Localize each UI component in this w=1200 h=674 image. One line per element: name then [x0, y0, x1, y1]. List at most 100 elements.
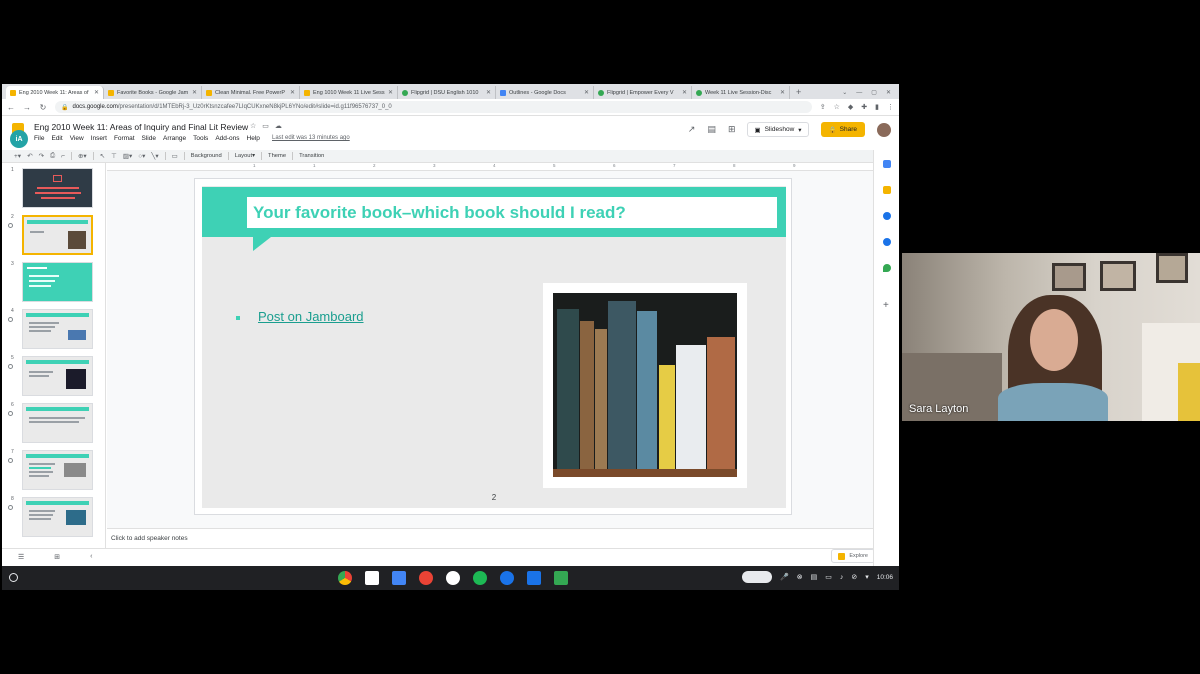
sheets-icon[interactable]: [554, 571, 568, 585]
theme-button[interactable]: Theme: [268, 153, 286, 159]
collapse-icon[interactable]: ‹: [90, 553, 92, 561]
comment-icon[interactable]: ▤: [707, 124, 716, 135]
close-icon[interactable]: ✕: [682, 89, 687, 96]
tasks-icon[interactable]: [883, 212, 891, 220]
tab-clean-minimal[interactable]: Clean Minimal. Free PowerP ✕: [202, 86, 300, 99]
screen-share-icon[interactable]: ▭: [825, 573, 832, 581]
cloud-icon[interactable]: ☁: [275, 122, 282, 130]
slide[interactable]: Your favorite book–which book should I r…: [194, 178, 792, 515]
last-edit-link[interactable]: Last edit was 13 minutes ago: [272, 135, 350, 141]
shape-icon[interactable]: ○▾: [138, 152, 145, 160]
maps-icon[interactable]: [883, 264, 891, 272]
launcher-icon[interactable]: [9, 573, 18, 582]
files-icon[interactable]: [527, 571, 541, 585]
transition-button[interactable]: Transition: [299, 153, 324, 159]
zoom-icon[interactable]: ⊕▾: [78, 152, 87, 160]
new-tab-button[interactable]: +: [790, 86, 807, 99]
menu-view[interactable]: View: [70, 135, 84, 142]
print-icon[interactable]: ⎙: [50, 152, 55, 160]
close-icon[interactable]: ✕: [192, 89, 197, 96]
chevron-down-icon[interactable]: ▾: [798, 126, 801, 134]
puzzle-icon[interactable]: ✚: [861, 103, 867, 111]
tab-flipgrid-empower[interactable]: Flipgrid | Empower Every V ✕: [594, 86, 692, 99]
mic-status-icon[interactable]: ♪: [840, 574, 844, 581]
thumbnail[interactable]: [22, 403, 93, 443]
tab-outlines[interactable]: Outlines - Google Docs ✕: [496, 86, 594, 99]
menu-edit[interactable]: Edit: [51, 135, 62, 142]
close-icon[interactable]: ✕: [94, 89, 99, 96]
sidebar-icon[interactable]: ▮: [875, 103, 879, 111]
jamboard-link[interactable]: Post on Jamboard: [258, 309, 364, 324]
keep-icon[interactable]: [883, 186, 891, 194]
close-icon[interactable]: ✕: [486, 89, 491, 96]
close-window-icon[interactable]: ✕: [886, 89, 891, 96]
image-icon[interactable]: ▨▾: [123, 152, 132, 160]
minimize-icon[interactable]: —: [856, 90, 862, 96]
maximize-icon[interactable]: ▢: [871, 89, 877, 96]
share-icon[interactable]: ⇪: [820, 103, 826, 111]
share-button[interactable]: 🔒 Share: [820, 122, 865, 137]
thumbnail[interactable]: [22, 450, 93, 490]
speaker-notes[interactable]: Click to add speaker notes: [107, 528, 873, 548]
close-icon[interactable]: ✕: [290, 89, 295, 96]
slide-thumbnail-8[interactable]: 8: [2, 496, 105, 542]
activity-icon[interactable]: ↗: [688, 124, 696, 135]
chevron-down-icon[interactable]: ⌄: [842, 89, 847, 96]
tab-eng1010[interactable]: Eng 1010 Week 11 Live Sess ✕: [300, 86, 398, 99]
mic-icon[interactable]: 🎤: [780, 573, 789, 581]
blocked-icon[interactable]: ⊘: [851, 573, 857, 581]
grid-view-icon[interactable]: ⊞: [54, 553, 60, 561]
menu-tools[interactable]: Tools: [193, 135, 208, 142]
star-icon[interactable]: ☆: [834, 103, 840, 111]
tab-favorite-books[interactable]: Favorite Books - Google Jam ✕: [104, 86, 202, 99]
undo-icon[interactable]: ↶: [27, 152, 32, 160]
thumbnail[interactable]: [22, 497, 93, 537]
explore-button[interactable]: Explore: [831, 549, 875, 563]
tray-pill[interactable]: [741, 571, 772, 583]
address-bar[interactable]: 🔒 docs.google.com/presentation/d/1MTEbRj…: [55, 101, 812, 113]
avatar[interactable]: [877, 122, 891, 137]
thumbnail[interactable]: [22, 168, 93, 208]
gmail-icon[interactable]: [365, 571, 379, 585]
slide-thumbnail-4[interactable]: 4: [2, 308, 105, 354]
redo-icon[interactable]: ↷: [39, 152, 44, 160]
extension-icon[interactable]: ◆: [848, 103, 853, 111]
paint-format-icon[interactable]: ⌐: [61, 153, 65, 160]
reload-icon[interactable]: ↻: [39, 103, 47, 112]
tab-eng2010[interactable]: Eng 2010 Week 11: Areas of ✕: [6, 86, 104, 99]
menu-addons[interactable]: Add-ons: [215, 135, 239, 142]
slide-thumbnail-2[interactable]: 2: [2, 214, 105, 260]
thumbnail-selected[interactable]: [22, 215, 93, 255]
add-addon-icon[interactable]: +: [883, 300, 893, 311]
clipboard-icon[interactable]: ▤: [811, 573, 818, 581]
filmstrip-view-icon[interactable]: ☰: [18, 553, 24, 561]
play-store-icon[interactable]: [446, 571, 460, 585]
thumbnail[interactable]: [22, 356, 93, 396]
calendar-icon[interactable]: [883, 160, 891, 168]
ia-badge[interactable]: iA: [10, 130, 28, 148]
thumbnail[interactable]: [22, 262, 93, 302]
close-icon[interactable]: ✕: [388, 89, 393, 96]
camera-icon[interactable]: [500, 571, 514, 585]
youtube-icon[interactable]: [419, 571, 433, 585]
stop-icon[interactable]: ⊗: [797, 573, 803, 581]
textbox-icon[interactable]: ⊤: [111, 152, 117, 160]
layout-button[interactable]: Layout▾: [235, 153, 255, 159]
more-vert-icon[interactable]: ⋮: [887, 103, 894, 111]
select-icon[interactable]: ↖: [100, 152, 105, 160]
tab-flipgrid-dsu[interactable]: Flipgrid | DSU English 1010 ✕: [398, 86, 496, 99]
slide-thumbnail-7[interactable]: 7: [2, 449, 105, 495]
slide-thumbnail-3[interactable]: 3: [2, 261, 105, 307]
menu-file[interactable]: File: [34, 135, 44, 142]
add-icon[interactable]: +▾: [14, 152, 21, 160]
close-icon[interactable]: ✕: [584, 89, 589, 96]
slide-thumbnail-1[interactable]: 1: [2, 167, 105, 213]
background-button[interactable]: Background: [191, 153, 222, 159]
menu-format[interactable]: Format: [114, 135, 135, 142]
meet-icon[interactable]: ⊞: [728, 124, 736, 135]
menu-help[interactable]: Help: [247, 135, 260, 142]
slide-thumbnail-6[interactable]: 6: [2, 402, 105, 448]
line-icon[interactable]: ╲▾: [151, 152, 158, 160]
tab-week11-live[interactable]: Week 11 Live Session-Disc ✕: [692, 86, 790, 99]
comment-add-icon[interactable]: ▭: [172, 152, 178, 160]
